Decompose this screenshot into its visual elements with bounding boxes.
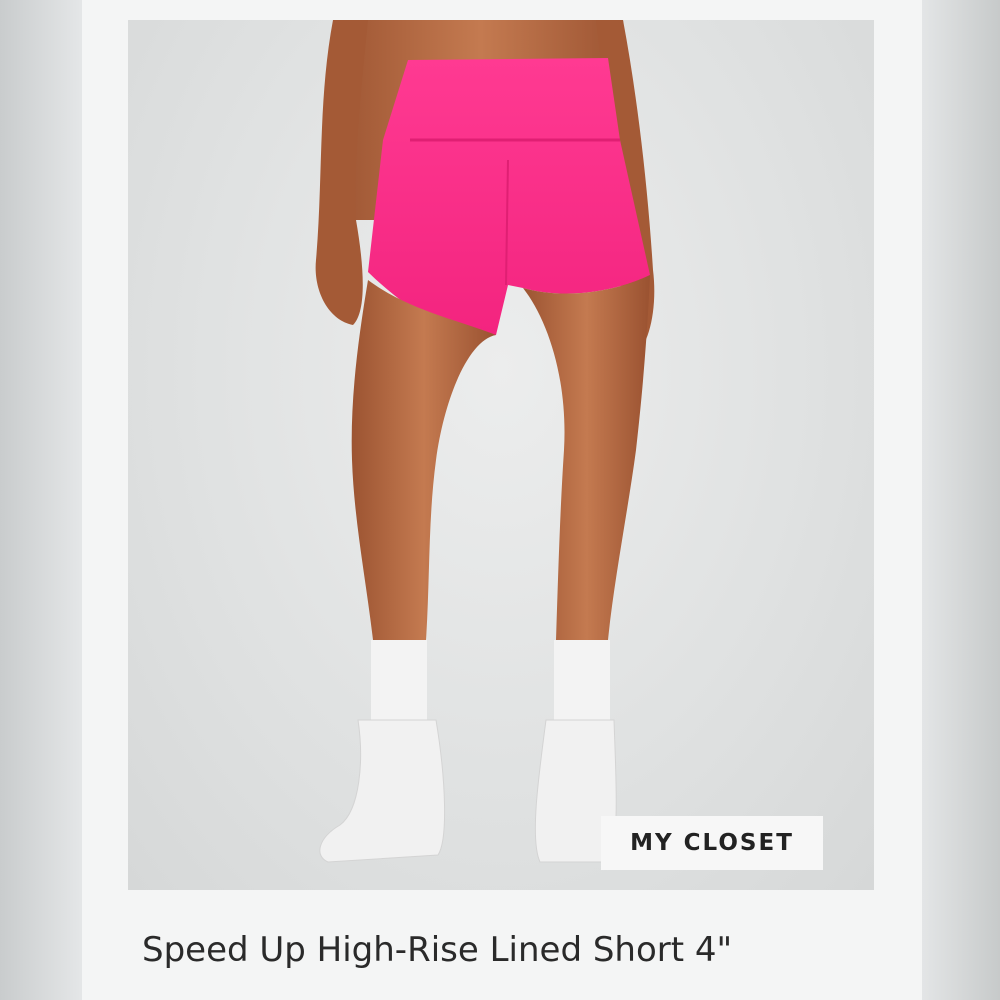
- product-title: Speed Up High-Rise Lined Short 4": [142, 930, 733, 970]
- product-photo-illustration: [315, 20, 655, 863]
- my-closet-badge[interactable]: MY CLOSET: [601, 816, 823, 870]
- product-image[interactable]: [128, 20, 874, 890]
